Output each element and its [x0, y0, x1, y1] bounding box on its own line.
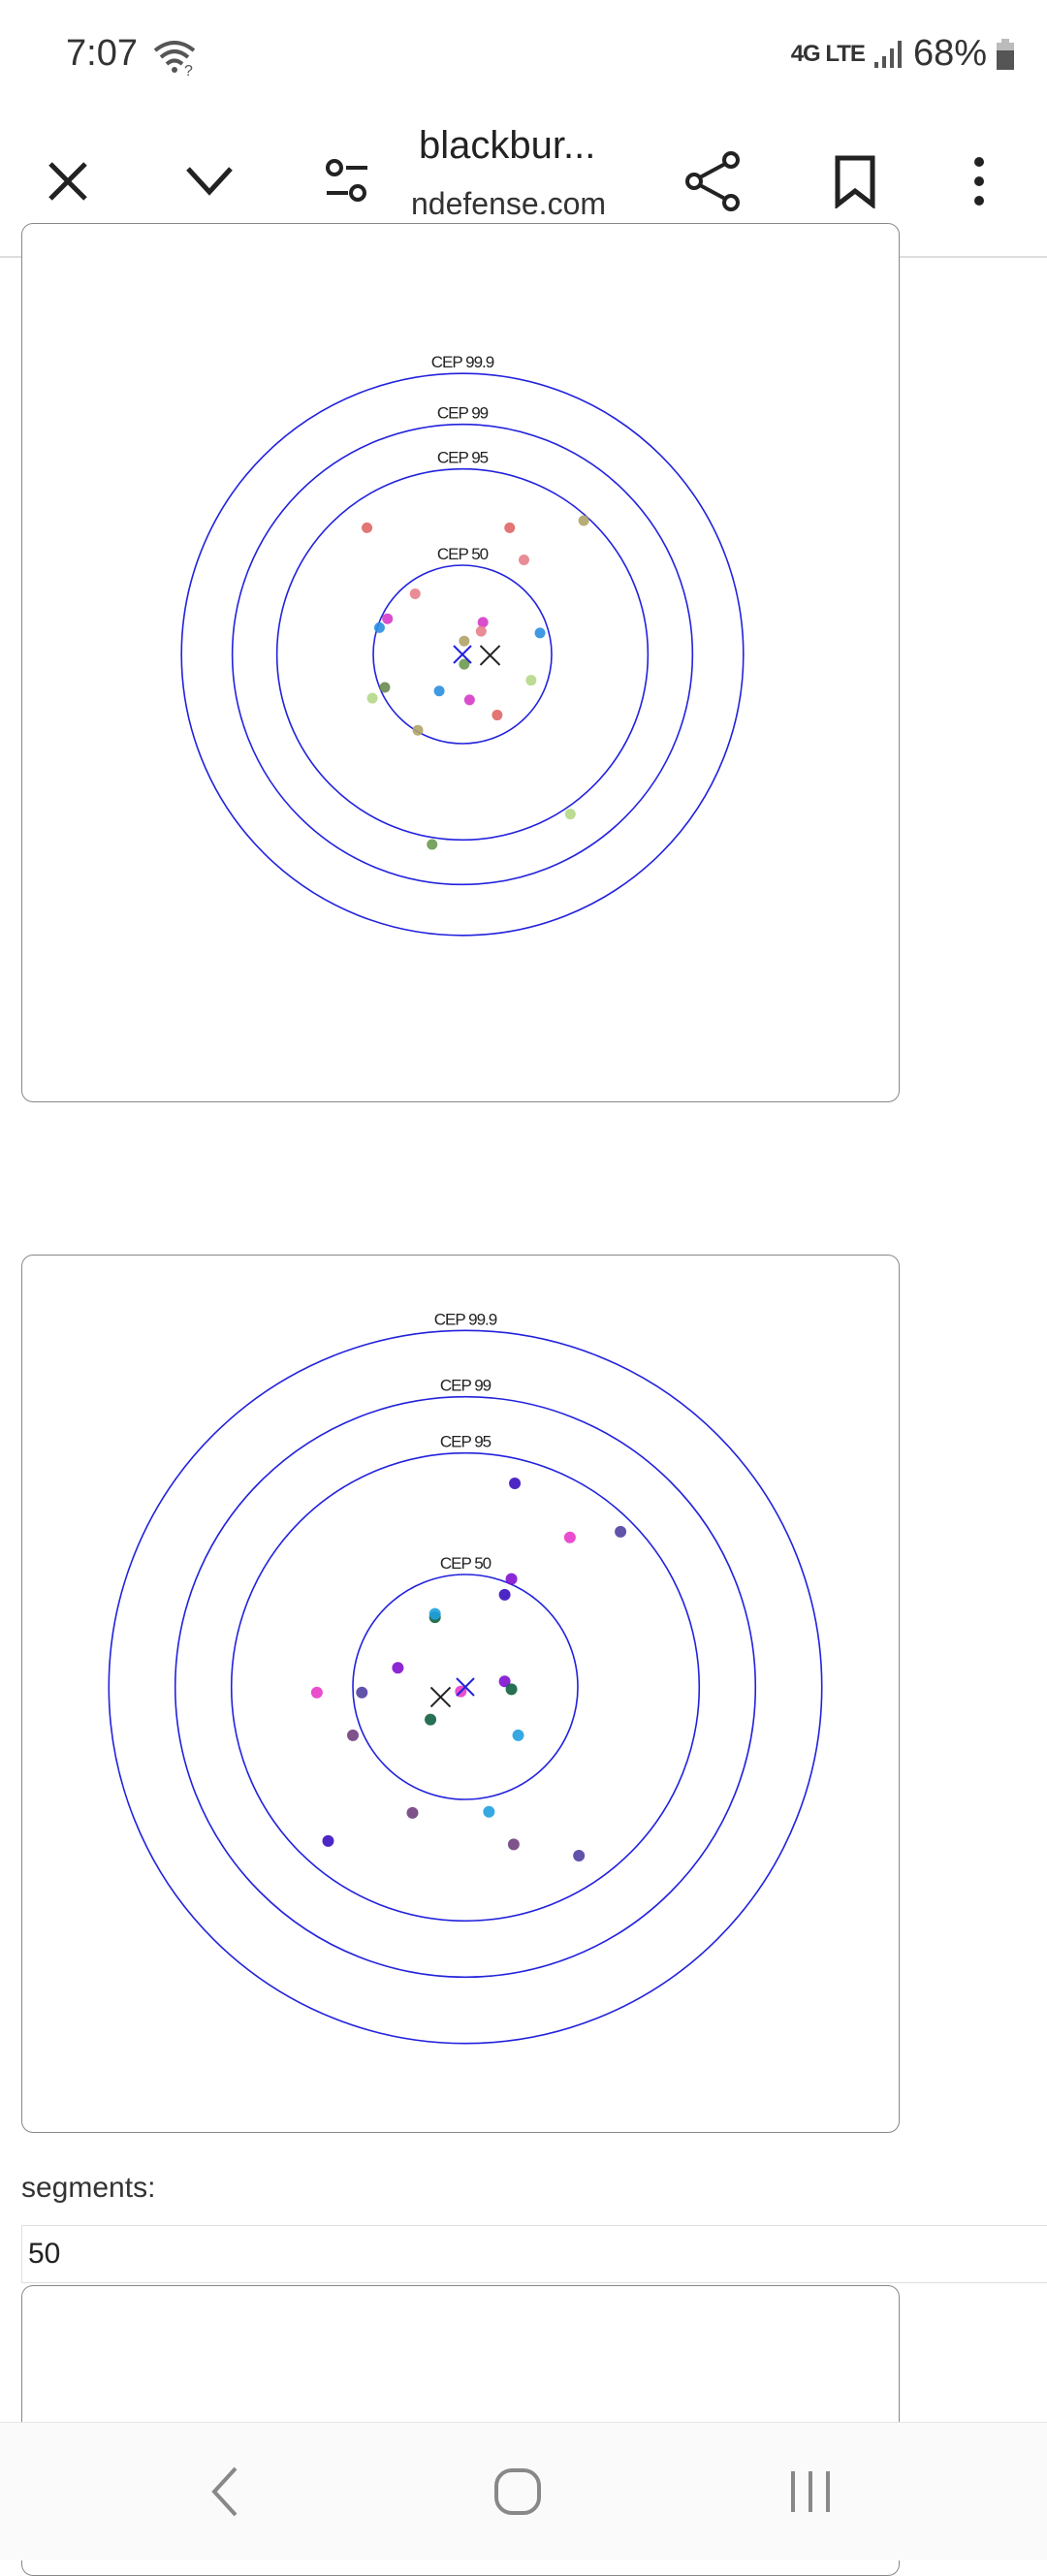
shot-point [362, 522, 373, 533]
shot-point [504, 522, 516, 533]
back-icon [211, 2466, 238, 2517]
shot-point [492, 710, 503, 721]
shot-point [382, 613, 394, 624]
home-icon [494, 2468, 541, 2515]
shot-point [463, 694, 475, 706]
shot-point [347, 1729, 359, 1741]
shot-point [379, 682, 391, 693]
segments-label: segments: [21, 2172, 156, 2204]
shot-point [433, 685, 445, 697]
home-button[interactable] [460, 2423, 576, 2560]
shot-point [518, 554, 529, 565]
system-nav-bar [0, 2422, 1047, 2560]
back-button[interactable] [167, 2423, 283, 2560]
shot-point [578, 515, 589, 526]
cep-ring-label: CEP 95 [437, 449, 489, 467]
shot-point [564, 809, 576, 820]
shot-point [409, 588, 421, 599]
shot-point [512, 1729, 524, 1741]
recents-button[interactable] [752, 2423, 869, 2560]
shot-point [615, 1525, 627, 1538]
cep-chart-2-marks: CEP 50 CEP 95 CEP 99 CEP 99.9 [108, 1310, 823, 2045]
shot-point [412, 724, 424, 736]
cep-plots: CEP 50CEP 95CEP 99CEP 99.9CEP 50CEP 95CE… [108, 353, 823, 2045]
cep-ring-label: CEP 99.9 [434, 1310, 497, 1328]
shot-point [509, 1478, 522, 1490]
shot-point [534, 627, 546, 639]
shot-point [366, 692, 378, 704]
shot-point [507, 1838, 520, 1851]
shot-point [310, 1686, 323, 1699]
shot-point [392, 1662, 404, 1674]
shot-point [373, 621, 385, 633]
cep-ring-label: CEP 99 [437, 404, 489, 423]
cep-chart-1-marks: CEP 50 CEP 95 CEP 99 CEP 99.9 [180, 353, 745, 937]
mean-point-marker [429, 1686, 452, 1708]
cep-ring-label: CEP 50 [440, 1554, 492, 1573]
shot-point [573, 1850, 586, 1861]
shot-point [477, 617, 489, 628]
shot-point [475, 625, 487, 637]
segments-input[interactable] [21, 2225, 1047, 2283]
cep-ring-label: CEP 95 [440, 1433, 492, 1451]
shot-point [505, 1573, 518, 1585]
shot-point [427, 839, 438, 850]
cep-ring-label: CEP 99 [440, 1377, 492, 1395]
shot-point [459, 635, 470, 647]
shot-point [498, 1588, 511, 1601]
cep-ring-label: CEP 99.9 [431, 353, 494, 371]
shot-point [563, 1531, 576, 1543]
shot-point [406, 1806, 419, 1819]
shot-point [483, 1805, 495, 1818]
shot-point [425, 1713, 437, 1726]
shot-point [525, 675, 537, 686]
shot-point [428, 1607, 441, 1620]
mean-point-marker [479, 645, 501, 666]
shot-point [356, 1686, 368, 1699]
recents-icon [791, 2471, 830, 2512]
cep-ring-label: CEP 50 [437, 545, 489, 563]
shot-point [505, 1683, 518, 1696]
shot-point [322, 1834, 334, 1847]
